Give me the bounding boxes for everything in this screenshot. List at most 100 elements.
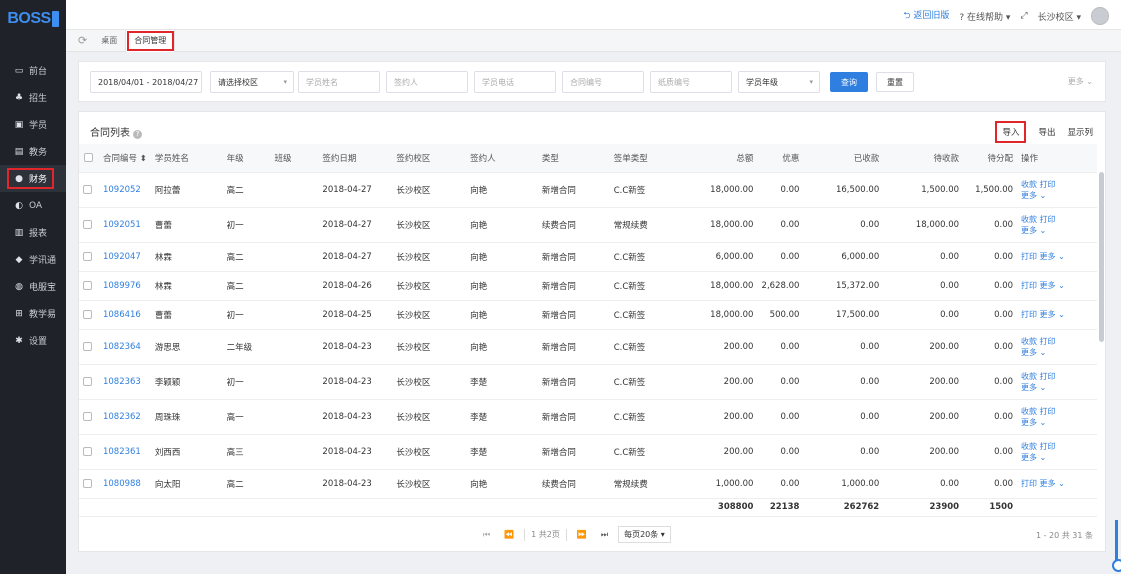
online-help-link[interactable]: ? 在线帮助 ▾ bbox=[959, 10, 1010, 23]
sidebar-item-5[interactable]: ◐ OA bbox=[0, 192, 66, 219]
student-name-input[interactable]: 学员姓名 bbox=[298, 71, 380, 93]
cell-id[interactable]: 1092052 bbox=[98, 172, 151, 208]
row-checkbox[interactable] bbox=[83, 376, 92, 386]
app-logo[interactable]: BOSS bbox=[0, 0, 66, 38]
sidebar-item-4[interactable]: ● 财务 bbox=[0, 165, 66, 192]
prev-page-icon[interactable]: ⏪ bbox=[500, 530, 518, 539]
row-checkbox[interactable] bbox=[83, 478, 92, 488]
cell-id[interactable]: 1082362 bbox=[98, 399, 151, 435]
sidebar-item-1[interactable]: ♣ 招生 bbox=[0, 84, 66, 111]
student-phone-input[interactable]: 学员电话 bbox=[474, 71, 556, 93]
sidebar-item-10[interactable]: ✱ 设置 bbox=[0, 327, 66, 354]
action-links[interactable]: 打印 更多 ⌄ bbox=[1021, 251, 1093, 262]
back-to-old-version-link[interactable]: ⮌ 返回旧版 bbox=[903, 8, 949, 24]
row-checkbox[interactable] bbox=[83, 341, 92, 351]
table-row[interactable]: 1082363 李颖颖 初一 2018-04-23 长沙校区 李楚 新增合同 C.C新签 200… bbox=[79, 364, 1097, 400]
date-range-input[interactable]: 2018/04/01 - 2018/04/27 bbox=[90, 71, 202, 93]
more-actions-link[interactable]: 更多 ⌄ bbox=[1021, 225, 1093, 236]
cell-id[interactable]: 1080988 bbox=[98, 469, 151, 499]
row-checkbox[interactable] bbox=[83, 411, 92, 421]
table-row[interactable]: 1092051 曹蕾 初一 2018-04-27 长沙校区 向艳 续费合同 常规续费 18,00… bbox=[79, 207, 1097, 243]
more-actions-link[interactable]: 更多 ⌄ bbox=[1021, 382, 1093, 393]
avatar[interactable] bbox=[1091, 7, 1109, 25]
action-links[interactable]: 打印 更多 ⌄ bbox=[1021, 478, 1093, 489]
row-actions[interactable]: 打印 更多 ⌄ bbox=[1017, 242, 1097, 272]
search-button[interactable]: 查询 bbox=[830, 72, 868, 92]
row-actions[interactable]: 收款 打印 更多 ⌄ bbox=[1017, 329, 1097, 365]
sidebar-item-2[interactable]: ▣ 学员 bbox=[0, 111, 66, 138]
sidebar-item-0[interactable]: ▭ 前台 bbox=[0, 57, 66, 84]
sidebar-item-3[interactable]: ▤ 教务 bbox=[0, 138, 66, 165]
sidebar-item-9[interactable]: ⊞ 教学易 bbox=[0, 300, 66, 327]
more-actions-link[interactable]: 更多 ⌄ bbox=[1021, 452, 1093, 463]
action-links[interactable]: 收款 打印 bbox=[1021, 214, 1093, 225]
display-columns-button[interactable]: 显示列 bbox=[1067, 126, 1093, 138]
campus-select[interactable]: 请选择校区 ▾ bbox=[210, 71, 294, 93]
fullscreen-icon[interactable]: ⤢ bbox=[1020, 11, 1027, 21]
row-actions[interactable]: 收款 打印 更多 ⌄ bbox=[1017, 172, 1097, 208]
action-links[interactable]: 收款 打印 bbox=[1021, 441, 1093, 452]
action-links[interactable]: 收款 打印 bbox=[1021, 179, 1093, 190]
row-actions[interactable]: 收款 打印 更多 ⌄ bbox=[1017, 399, 1097, 435]
sidebar-item-7[interactable]: ◆ 学讯通 bbox=[0, 246, 66, 273]
more-actions-link[interactable]: 更多 ⌄ bbox=[1021, 417, 1093, 428]
reset-button[interactable]: 重置 bbox=[876, 72, 914, 92]
tab-desktop[interactable]: 桌面 bbox=[93, 29, 127, 52]
page-size-select[interactable]: 每页20条 ▾ bbox=[618, 526, 671, 543]
action-links[interactable]: 打印 更多 ⌄ bbox=[1021, 280, 1093, 291]
table-row[interactable]: 1080988 向太阳 高二 2018-04-23 长沙校区 向艳 续费合同 常规续费 1,00… bbox=[79, 469, 1097, 499]
sidebar-item-8[interactable]: ◍ 电服宝 bbox=[0, 273, 66, 300]
table-row[interactable]: 1092052 阿拉蕾 高二 2018-04-27 长沙校区 向艳 新增合同 C.C新签 18,… bbox=[79, 172, 1097, 208]
row-actions[interactable]: 收款 打印 更多 ⌄ bbox=[1017, 207, 1097, 243]
campus-switcher[interactable]: 长沙校区 ▾ bbox=[1038, 10, 1081, 23]
cell-id[interactable]: 1092051 bbox=[98, 207, 151, 243]
row-actions[interactable]: 打印 更多 ⌄ bbox=[1017, 300, 1097, 330]
action-links[interactable]: 打印 更多 ⌄ bbox=[1021, 309, 1093, 320]
refresh-icon[interactable]: ⟳ bbox=[78, 34, 87, 47]
row-checkbox[interactable] bbox=[83, 309, 92, 319]
action-links[interactable]: 收款 打印 bbox=[1021, 336, 1093, 347]
cell-id[interactable]: 1086416 bbox=[98, 300, 151, 330]
cell-id[interactable]: 1082364 bbox=[98, 329, 151, 365]
last-page-icon[interactable]: ⏭ bbox=[597, 530, 612, 540]
more-actions-link[interactable]: 更多 ⌄ bbox=[1021, 347, 1093, 358]
row-actions[interactable]: 收款 打印 更多 ⌄ bbox=[1017, 434, 1097, 470]
tab-contract-management[interactable]: 合同管理 bbox=[126, 29, 176, 52]
cell-id[interactable]: 1082361 bbox=[98, 434, 151, 470]
next-page-icon[interactable]: ⏩ bbox=[573, 530, 591, 539]
cell-id[interactable]: 1089976 bbox=[98, 271, 151, 301]
row-checkbox[interactable] bbox=[83, 280, 92, 290]
table-row[interactable]: 1082361 刘西西 高三 2018-04-23 长沙校区 李楚 新增合同 C.C新签 200… bbox=[79, 434, 1097, 470]
row-checkbox[interactable] bbox=[83, 219, 92, 229]
col-contract-no[interactable]: 合同编号 ⬍ bbox=[98, 144, 151, 173]
help-icon[interactable]: ? bbox=[133, 130, 142, 139]
paper-no-input[interactable]: 纸质编号 bbox=[650, 71, 732, 93]
row-actions[interactable]: 打印 更多 ⌄ bbox=[1017, 271, 1097, 301]
import-button[interactable]: 导入 bbox=[995, 121, 1027, 143]
row-actions[interactable]: 收款 打印 更多 ⌄ bbox=[1017, 364, 1097, 400]
action-links[interactable]: 收款 打印 bbox=[1021, 371, 1093, 382]
table-row[interactable]: 1089976 林霖 高二 2018-04-26 长沙校区 向艳 新增合同 C.C新签 18,0… bbox=[79, 271, 1097, 301]
row-checkbox[interactable] bbox=[83, 184, 92, 194]
table-row[interactable]: 1092047 林霖 高二 2018-04-27 长沙校区 向艳 新增合同 C.C新签 6,00… bbox=[79, 242, 1097, 272]
sort-icon[interactable]: ⬍ bbox=[140, 154, 147, 164]
row-checkbox[interactable] bbox=[83, 446, 92, 456]
cell-id[interactable]: 1082363 bbox=[98, 364, 151, 400]
grade-select[interactable]: 学员年级 ▾ bbox=[738, 71, 820, 93]
row-checkbox[interactable] bbox=[83, 251, 92, 261]
contract-no-input[interactable]: 合同编号 bbox=[562, 71, 644, 93]
signer-input[interactable]: 签约人 bbox=[386, 71, 468, 93]
first-page-icon[interactable]: ⏮ bbox=[479, 530, 494, 540]
sidebar-item-6[interactable]: ▥ 报表 bbox=[0, 219, 66, 246]
select-all-checkbox[interactable] bbox=[84, 152, 94, 162]
cell-id[interactable]: 1092047 bbox=[98, 242, 151, 272]
more-filters-link[interactable]: 更多 ⌄ bbox=[1068, 76, 1093, 87]
table-row[interactable]: 1082364 游思思 二年级 2018-04-23 长沙校区 向艳 新增合同 C.C新签 20… bbox=[79, 329, 1097, 365]
more-actions-link[interactable]: 更多 ⌄ bbox=[1021, 190, 1093, 201]
row-actions[interactable]: 打印 更多 ⌄ bbox=[1017, 469, 1097, 499]
export-button[interactable]: 导出 bbox=[1038, 126, 1055, 138]
table-row[interactable]: 1082362 周珠珠 高一 2018-04-23 长沙校区 李楚 新增合同 C.C新签 200… bbox=[79, 399, 1097, 435]
action-links[interactable]: 收款 打印 bbox=[1021, 406, 1093, 417]
table-scrollbar[interactable] bbox=[1099, 172, 1104, 342]
table-row[interactable]: 1086416 曹蕾 初一 2018-04-25 长沙校区 向艳 新增合同 C.C新签 18,0… bbox=[79, 300, 1097, 330]
